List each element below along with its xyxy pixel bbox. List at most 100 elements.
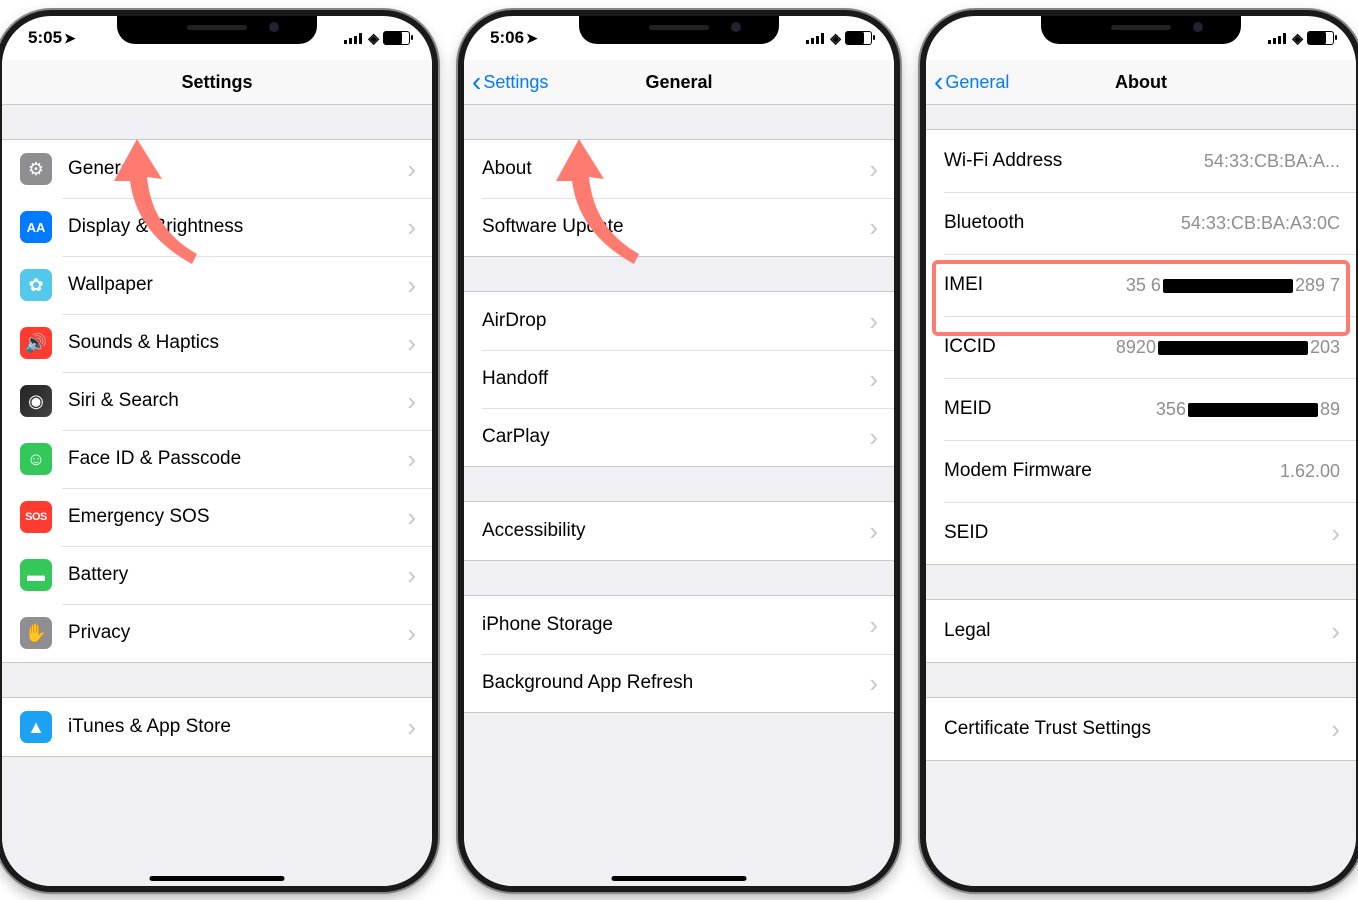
about-row-meid: MEID 35689 [926,378,1356,440]
chevron-right-icon: › [407,502,416,533]
about-list[interactable]: Wi-Fi Address 54:33:CB:BA:A... Bluetooth54… [926,105,1356,887]
row-icon: ✋ [20,617,52,649]
row-label: iPhone Storage [482,614,853,636]
settings-row-sounds-haptics[interactable]: 🔊 Sounds & Haptics › [2,314,432,372]
row-icon: AA [20,211,52,243]
row-label: General [68,158,391,180]
row-icon: 🔊 [20,327,52,359]
clock: 5:05 [28,28,62,47]
settings-row-siri-search[interactable]: ◉ Siri & Search › [2,372,432,430]
chevron-right-icon: › [869,668,878,699]
general-row-background-app-refresh[interactable]: Background App Refresh › [464,654,894,712]
nav-bar: ‹General About [926,60,1356,105]
general-row-software-update[interactable]: Software Update › [464,198,894,256]
chevron-right-icon: › [869,306,878,337]
about-row-certificate-trust-settings[interactable]: Certificate Trust Settings › [926,698,1356,760]
row-label: Privacy [68,622,391,644]
row-icon: SOS [20,501,52,533]
chevron-right-icon: › [869,154,878,185]
about-row-seid[interactable]: SEID› [926,502,1356,564]
row-label: iTunes & App Store [68,716,391,738]
row-label: Certificate Trust Settings [944,718,1299,740]
redacted [1188,403,1318,417]
settings-row-privacy[interactable]: ✋ Privacy › [2,604,432,662]
chevron-right-icon: › [407,618,416,649]
row-value: 8920203 [1116,337,1340,358]
wifi-icon: ◈ [368,30,379,47]
nav-bar: Settings [2,60,432,105]
settings-row-battery[interactable]: ▬ Battery › [2,546,432,604]
row-label: Legal [944,620,1299,642]
chevron-right-icon: › [1331,714,1340,745]
row-value: 35689 [1156,399,1340,420]
chevron-right-icon: › [1331,518,1340,549]
settings-row-general[interactable]: ⚙ General › [2,140,432,198]
settings-row-emergency-sos[interactable]: SOS Emergency SOS › [2,488,432,546]
chevron-right-icon: › [869,610,878,641]
clock: 5:06 [490,28,524,47]
wifi-icon: ◈ [830,30,841,47]
back-label: Settings [483,72,548,93]
general-row-iphone-storage[interactable]: iPhone Storage › [464,596,894,654]
general-row-handoff[interactable]: Handoff › [464,350,894,408]
back-button[interactable]: ‹Settings [472,72,548,93]
signal-icon [806,32,826,44]
about-row-imei: IMEI35 6289 7 [926,254,1356,316]
row-label: CarPlay [482,426,853,448]
chevron-right-icon: › [407,212,416,243]
chevron-right-icon: › [407,444,416,475]
row-label: Wallpaper [68,274,391,296]
row-value: 1.62.00 [1280,461,1340,482]
settings-row-wallpaper[interactable]: ✿ Wallpaper › [2,256,432,314]
row-label: MEID [944,398,1140,420]
row-label: Battery [68,564,391,586]
general-row-accessibility[interactable]: Accessibility› [464,502,894,560]
row-label: Siri & Search [68,390,391,412]
home-indicator[interactable] [612,876,747,881]
wifi-icon: ◈ [1292,30,1303,47]
battery-icon [383,31,410,45]
battery-icon [1307,31,1334,45]
row-icon: ▬ [20,559,52,591]
row-label: Sounds & Haptics [68,332,391,354]
home-indicator[interactable] [150,876,285,881]
about-row-bluetooth: Bluetooth54:33:CB:BA:A3:0C [926,192,1356,254]
phone-settings: 5:05➤ ◈ Settings ⚙ General ›AA Display &… [0,10,438,892]
row-label: AirDrop [482,310,853,332]
row-icon: ✿ [20,269,52,301]
chevron-right-icon: › [407,154,416,185]
phone-about: ◈ ‹General About Wi-Fi Address 54:33:CB:B… [920,10,1358,892]
battery-icon [845,31,872,45]
page-title: About [1115,72,1167,93]
general-row-airdrop[interactable]: AirDrop › [464,292,894,350]
location-icon: ➤ [64,30,76,46]
general-row-carplay[interactable]: CarPlay› [464,408,894,466]
nav-bar: ‹Settings General [464,60,894,105]
signal-icon [344,32,364,44]
notch [1041,16,1241,44]
general-list[interactable]: About› Software Update › AirDrop › Handoff › Ca… [464,105,894,887]
chevron-right-icon: › [869,364,878,395]
page-title: General [645,72,712,93]
row-value: 54:33:CB:BA:A... [1204,151,1340,172]
redacted [1158,341,1308,355]
row-label: Handoff [482,368,853,390]
row-icon: ◉ [20,385,52,417]
about-row-iccid: ICCID8920203 [926,316,1356,378]
chevron-right-icon: › [407,386,416,417]
settings-row-face-id-passcode[interactable]: ☺ Face ID & Passcode › [2,430,432,488]
settings-list[interactable]: ⚙ General ›AA Display & Brightness ›✿ Wa… [2,105,432,887]
row-label: Wi-Fi Address [944,150,1188,172]
back-button[interactable]: ‹General [934,72,1009,93]
settings-row-itunes-app-store[interactable]: ▲ iTunes & App Store › [2,698,432,756]
chevron-right-icon: › [869,212,878,243]
settings-row-display-brightness[interactable]: AA Display & Brightness › [2,198,432,256]
row-label: Software Update [482,216,853,238]
row-label: Background App Refresh [482,672,853,694]
general-row-about[interactable]: About› [464,140,894,198]
row-value: 35 6289 7 [1126,275,1340,296]
row-icon: ☺ [20,443,52,475]
chevron-right-icon: › [1331,616,1340,647]
notch [579,16,779,44]
about-row-legal[interactable]: Legal › [926,600,1356,662]
